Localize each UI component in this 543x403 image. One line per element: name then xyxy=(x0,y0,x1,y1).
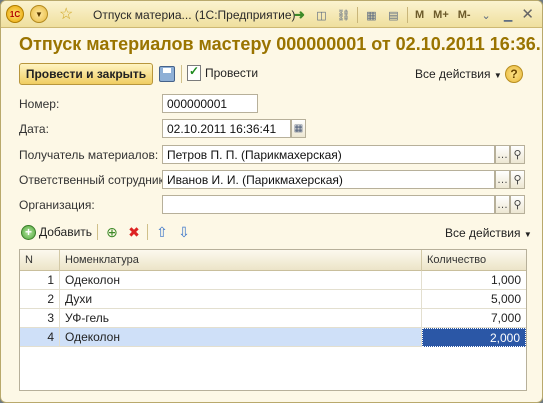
row-item[interactable]: Одеколон xyxy=(60,271,422,290)
all-actions-label: Все действия xyxy=(415,67,491,81)
row-item[interactable]: УФ-гель xyxy=(60,309,422,328)
post-and-close-button[interactable]: Провести и закрыть xyxy=(19,63,153,85)
row-item[interactable]: Одеколон xyxy=(60,328,422,347)
app-logo-icon[interactable]: 1С xyxy=(6,5,24,23)
responsible-field[interactable]: Иванов И. И. (Парикмахерская) xyxy=(162,170,495,189)
move-down-icon[interactable]: ⇩ xyxy=(175,223,193,241)
chevron-down-icon: ▼ xyxy=(493,71,502,80)
search-icon: ⚲ xyxy=(513,149,522,161)
main-menu-dropdown-icon[interactable]: ▼ xyxy=(30,5,48,23)
minimize-icon[interactable]: ▁ xyxy=(500,7,517,24)
chevron-down-icon: ▼ xyxy=(523,230,532,239)
recipient-field[interactable]: Петров П. П. (Парикмахерская) xyxy=(162,145,495,164)
table-row[interactable]: 2 Духи 5,000 xyxy=(20,290,526,309)
chevron-down-icon[interactable]: ⌄ xyxy=(478,7,495,24)
items-table[interactable]: N Номенклатура Количество 1 Одеколон 1,0… xyxy=(19,249,527,391)
responsible-open-button[interactable]: ⚲ xyxy=(510,170,525,189)
toolbar-separator xyxy=(147,224,148,240)
memory-minus-button[interactable]: M- xyxy=(456,7,473,24)
help-button[interactable]: ? xyxy=(505,65,523,83)
bookmark-icon[interactable]: ◫ xyxy=(313,7,330,24)
toolbar-separator xyxy=(357,7,358,23)
recipient-select-button[interactable]: … xyxy=(495,145,510,164)
toolbar-separator xyxy=(97,224,98,240)
row-item[interactable]: Духи xyxy=(60,290,422,309)
column-header-nomenclature[interactable]: Номенклатура xyxy=(60,250,422,271)
row-quantity[interactable]: 2,000 xyxy=(422,328,526,347)
row-number: 4 xyxy=(20,328,60,347)
close-icon[interactable]: ✕ xyxy=(521,5,534,23)
table-row[interactable]: 3 УФ-гель 7,000 xyxy=(20,309,526,328)
calendar-picker-button[interactable]: ▦ xyxy=(291,119,306,138)
recipient-label: Получатель материалов: xyxy=(19,148,159,162)
calendar-icon[interactable]: ▤ xyxy=(385,7,402,24)
calculator-icon[interactable]: ▦ xyxy=(363,7,380,24)
toolbar-separator xyxy=(407,7,408,23)
title-toolbar: ➜ ◫ ⛓ ▦ ▤ M M+ M- ⌄ ▁ xyxy=(291,5,517,25)
delete-row-icon[interactable]: ✖ xyxy=(125,223,143,241)
organization-field[interactable] xyxy=(162,195,495,214)
favorite-star-icon[interactable]: ☆ xyxy=(59,4,73,24)
table-header: N Номенклатура Количество xyxy=(20,250,526,271)
responsible-label: Ответственный сотрудник: xyxy=(19,173,168,187)
link-icon[interactable]: ⛓ xyxy=(335,7,352,24)
organization-select-button[interactable]: … xyxy=(495,195,510,214)
copy-row-icon[interactable]: ⊕ xyxy=(103,223,121,241)
document-window: 1С ▼ ☆ Отпуск материа... (1С:Предприятие… xyxy=(0,0,543,403)
row-quantity[interactable]: 1,000 xyxy=(422,271,526,290)
title-bar: 1С ▼ ☆ Отпуск материа... (1С:Предприятие… xyxy=(1,1,542,28)
organization-label: Организация: xyxy=(19,198,95,212)
forward-arrow-icon[interactable]: ➜ xyxy=(291,7,308,24)
organization-open-button[interactable]: ⚲ xyxy=(510,195,525,214)
row-number: 2 xyxy=(20,290,60,309)
row-number: 3 xyxy=(20,309,60,328)
search-icon: ⚲ xyxy=(513,174,522,186)
add-row-label: Добавить xyxy=(39,225,93,239)
row-number: 1 xyxy=(20,271,60,290)
command-bar: Провести и закрыть Провести Все действия… xyxy=(19,63,527,85)
row-quantity[interactable]: 7,000 xyxy=(422,309,526,328)
number-field[interactable]: 000000001 xyxy=(162,94,258,113)
command-separator xyxy=(181,65,182,83)
post-button[interactable]: Провести xyxy=(187,64,259,81)
table-all-actions-label: Все действия xyxy=(445,226,521,240)
column-header-quantity[interactable]: Количество xyxy=(422,250,526,271)
window-title: Отпуск материа... (1С:Предприятие) xyxy=(93,8,296,22)
all-actions-menu[interactable]: Все действия ▼ xyxy=(415,67,502,81)
number-label: Номер: xyxy=(19,97,60,111)
table-row[interactable]: 1 Одеколон 1,000 xyxy=(20,271,526,290)
memory-plus-button[interactable]: M+ xyxy=(431,7,451,24)
post-document-icon xyxy=(187,64,201,81)
column-header-n[interactable]: N xyxy=(20,250,60,271)
recipient-open-button[interactable]: ⚲ xyxy=(510,145,525,164)
row-quantity[interactable]: 5,000 xyxy=(422,290,526,309)
search-icon: ⚲ xyxy=(513,199,522,211)
move-up-icon[interactable]: ⇧ xyxy=(153,223,171,241)
add-row-button[interactable]: + Добавить xyxy=(21,222,92,242)
memory-m-button[interactable]: M xyxy=(413,7,426,24)
date-field[interactable]: 02.10.2011 16:36:41 xyxy=(162,119,291,138)
add-icon: + xyxy=(21,224,36,240)
table-all-actions-menu[interactable]: Все действия ▼ xyxy=(445,226,532,240)
page-title: Отпуск материалов мастеру 000000001 от 0… xyxy=(19,34,543,54)
save-icon[interactable] xyxy=(159,66,175,82)
ellipsis-icon: … xyxy=(497,198,508,211)
post-button-label: Провести xyxy=(205,66,259,80)
ellipsis-icon: … xyxy=(497,173,508,186)
ellipsis-icon: … xyxy=(497,148,508,161)
responsible-select-button[interactable]: … xyxy=(495,170,510,189)
table-row-selected[interactable]: 4 Одеколон 2,000 xyxy=(20,328,526,347)
calendar-icon: ▦ xyxy=(293,123,304,134)
date-label: Дата: xyxy=(19,122,49,136)
